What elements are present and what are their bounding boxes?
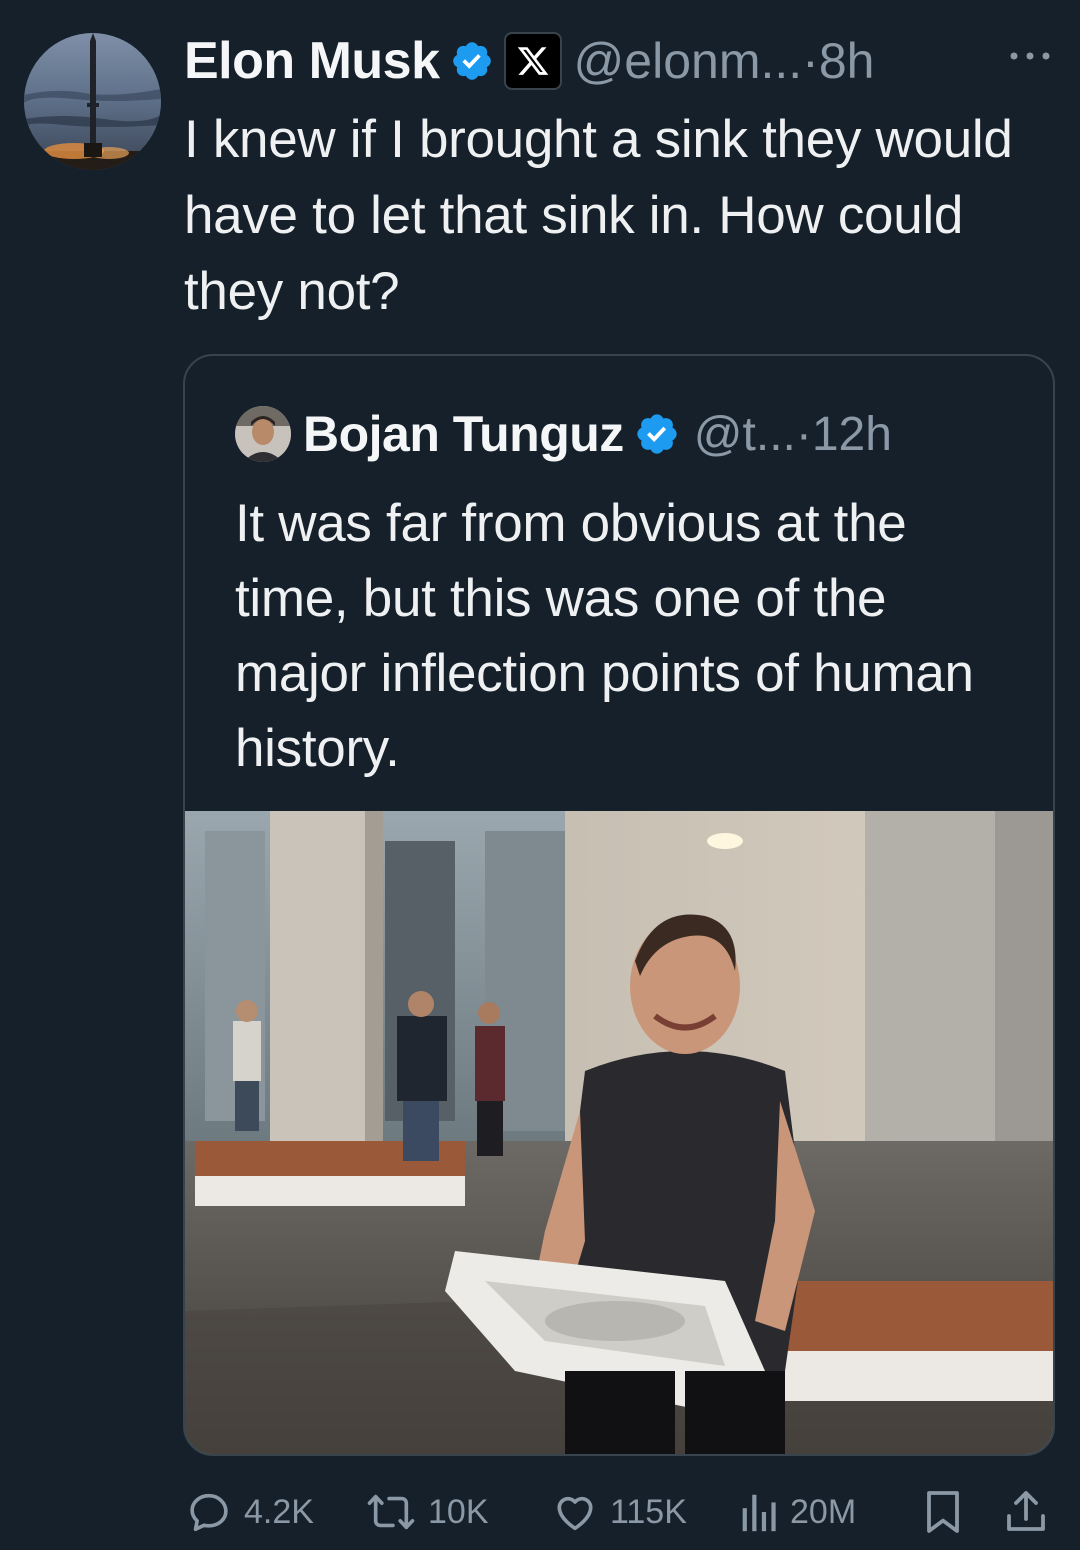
tweet-text: I knew if I brought a sink they would ha… <box>184 110 1013 321</box>
quoted-tweet-text: It was far from obvious at the time, but… <box>235 494 974 778</box>
quoted-post-time: 12h <box>811 407 892 461</box>
repost-count: 10K <box>428 1492 489 1531</box>
repost-button[interactable]: 10K <box>366 1484 489 1540</box>
x-logo-icon <box>517 47 548 75</box>
quoted-time-separator: · <box>795 407 812 461</box>
analytics-icon <box>742 1494 776 1532</box>
author-name[interactable]: Elon Musk <box>184 31 440 91</box>
quoted-verified-badge-icon <box>637 414 677 454</box>
quoted-author-handle: @t... <box>693 407 796 461</box>
author-avatar[interactable] <box>24 33 161 170</box>
x-affiliation-badge[interactable] <box>503 32 562 90</box>
bookmark-button[interactable] <box>922 1484 964 1540</box>
more-options-icon[interactable] <box>1008 46 1052 66</box>
repost-icon <box>367 1494 415 1530</box>
reply-button[interactable]: 4.2K <box>186 1484 314 1540</box>
heart-icon <box>557 1496 593 1531</box>
view-count: 20M <box>790 1492 857 1531</box>
action-bar: 4.2K 10K 115K 20M <box>0 1484 1080 1540</box>
rocket-launch-avatar-icon <box>24 33 161 170</box>
views-button[interactable]: 20M <box>738 1484 856 1540</box>
quoted-author-name: Bojan Tunguz <box>303 406 624 462</box>
reply-count: 4.2K <box>244 1492 314 1531</box>
quoted-author-avatar <box>235 406 291 462</box>
share-icon <box>1007 1491 1045 1531</box>
portrait-avatar-icon <box>235 406 291 462</box>
like-count: 115K <box>610 1492 687 1531</box>
time-separator: · <box>802 33 819 89</box>
author-header: Elon Musk @elonm... · 8h <box>184 30 874 92</box>
share-button[interactable] <box>1004 1484 1048 1540</box>
like-button[interactable]: 115K <box>552 1484 687 1540</box>
reply-icon <box>190 1493 228 1532</box>
bookmark-icon <box>927 1491 959 1533</box>
man-carrying-sink-photo-icon <box>185 811 1053 1454</box>
quoted-media-photo[interactable] <box>185 811 1053 1454</box>
verified-badge-icon[interactable] <box>450 39 494 83</box>
author-handle[interactable]: @elonm... <box>574 32 803 90</box>
quoted-header: Bojan Tunguz @t... · 12h <box>235 404 892 464</box>
quoted-tweet-card[interactable]: Bojan Tunguz @t... · 12h It was far from… <box>183 354 1055 1456</box>
post-time[interactable]: 8h <box>819 32 875 90</box>
